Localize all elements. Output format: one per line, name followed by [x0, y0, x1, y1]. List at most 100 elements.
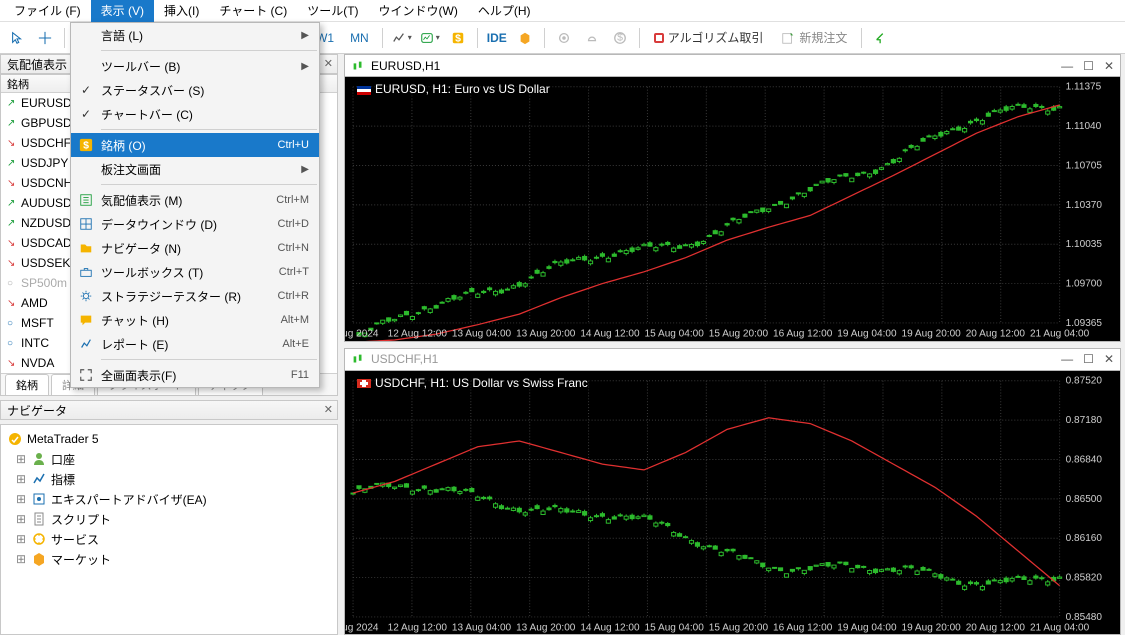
- chart-body[interactable]: EURUSD, H1: Euro vs US Dollar 1.113751.1…: [345, 77, 1120, 341]
- market-icon[interactable]: [512, 25, 538, 51]
- navigator-header: ナビゲータ ✕: [0, 400, 338, 420]
- chart-window-eurusd[interactable]: EURUSD,H1 — ☐ ✕ EURUSD, H1: Euro vs US D…: [344, 54, 1121, 342]
- chart-caption: USDCHF, H1: US Dollar vs Swiss Franc: [353, 375, 592, 391]
- expand-icon[interactable]: ⊞: [15, 532, 27, 546]
- expand-icon[interactable]: ⊞: [15, 472, 27, 486]
- chart-window-usdchf[interactable]: USDCHF,H1 — ☐ ✕ USDCHF, H1: US Dollar vs…: [344, 348, 1121, 635]
- algo-trading-toggle[interactable]: アルゴリズム取引: [646, 29, 772, 46]
- menu-view[interactable]: 表示 (V): [91, 0, 154, 22]
- objects-button[interactable]: $: [445, 25, 471, 51]
- nav-node-0[interactable]: ⊞口座: [7, 449, 331, 469]
- close-icon[interactable]: ✕: [1104, 59, 1114, 73]
- payments-icon[interactable]: $: [607, 25, 633, 51]
- menu-chartbar[interactable]: ✓チャートバー (C): [71, 102, 319, 126]
- menu-item-label: 銘柄 (O): [101, 137, 278, 154]
- menu-fullscreen[interactable]: 全画面表示(F)F11: [71, 363, 319, 387]
- maximize-icon[interactable]: ☐: [1083, 59, 1094, 73]
- chart-titlebar[interactable]: USDCHF,H1 — ☐ ✕: [345, 349, 1120, 371]
- toolbox-icon: [79, 265, 93, 279]
- svg-text:21 Aug 04:00: 21 Aug 04:00: [1030, 329, 1090, 340]
- menu-window[interactable]: ウインドウ(W): [369, 0, 468, 22]
- menu-item-label: データウインドウ (D): [101, 216, 278, 233]
- svg-text:12 Aug 12:00: 12 Aug 12:00: [388, 329, 448, 340]
- timeframe-mn[interactable]: MN: [343, 25, 376, 51]
- candlestick-icon: [351, 59, 365, 73]
- svg-text:1.10705: 1.10705: [1066, 161, 1103, 172]
- mw-tab-0[interactable]: 銘柄: [5, 374, 49, 395]
- menu-language[interactable]: 言語 (L)▶: [71, 23, 319, 47]
- menu-symbols[interactable]: $銘柄 (O)Ctrl+U: [71, 133, 319, 157]
- svg-text:15 Aug 20:00: 15 Aug 20:00: [709, 622, 769, 633]
- menu-tool[interactable]: ツール(T): [297, 0, 368, 22]
- menu-quotes[interactable]: 気配値表示 (M)Ctrl+M: [71, 188, 319, 212]
- nav-node-2[interactable]: ⊞エキスパートアドバイザ(EA): [7, 489, 331, 509]
- menu-tester[interactable]: ストラテジーテスター (R)Ctrl+R: [71, 284, 319, 308]
- menu-report[interactable]: レポート (E)Alt+E: [71, 332, 319, 356]
- shortcut-label: Alt+M: [281, 314, 309, 326]
- navigator-tree: MetaTrader 5⊞口座⊞指標⊞エキスパートアドバイザ(EA)⊞スクリプト…: [1, 425, 337, 634]
- new-order-icon: [781, 31, 795, 45]
- chart-titlebar[interactable]: EURUSD,H1 — ☐ ✕: [345, 55, 1120, 77]
- menu-item-label: 気配値表示 (M): [101, 192, 276, 209]
- navigator-title: ナビゲータ: [7, 402, 67, 419]
- svg-text:13 Aug 04:00: 13 Aug 04:00: [452, 622, 512, 633]
- crosshair-tool[interactable]: [32, 25, 58, 51]
- ide-button[interactable]: IDE: [484, 25, 510, 51]
- datawindow-icon: [79, 217, 93, 231]
- minimize-icon[interactable]: —: [1061, 352, 1073, 366]
- separator: [477, 28, 478, 48]
- menu-item-label: ナビゲータ (N): [101, 240, 278, 257]
- chart-body[interactable]: USDCHF, H1: US Dollar vs Swiss Franc 0.8…: [345, 371, 1120, 635]
- nav-node-3[interactable]: ⊞スクリプト: [7, 509, 331, 529]
- menu-statusbar[interactable]: ✓ステータスバー (S): [71, 78, 319, 102]
- minimize-icon[interactable]: —: [1061, 59, 1073, 73]
- shortcut-label: F11: [291, 369, 309, 381]
- menu-file[interactable]: ファイル (F): [4, 0, 91, 22]
- svg-text:0.86500: 0.86500: [1066, 493, 1103, 504]
- new-order-button[interactable]: 新規注文: [773, 29, 855, 46]
- new-order-label: 新規注文: [799, 29, 847, 46]
- menu-datawindow[interactable]: データウインドウ (D)Ctrl+D: [71, 212, 319, 236]
- expand-icon[interactable]: ⊞: [15, 552, 27, 566]
- close-icon[interactable]: ✕: [324, 57, 333, 70]
- menu-chat[interactable]: チャット (H)Alt+M: [71, 308, 319, 332]
- svg-text:20 Aug 12:00: 20 Aug 12:00: [966, 329, 1026, 340]
- fullscreen-icon: [79, 368, 93, 382]
- check-icon: ✓: [81, 83, 91, 97]
- menu-item-label: 言語 (L): [101, 27, 301, 44]
- menu-insert[interactable]: 挿入(I): [154, 0, 209, 22]
- svg-text:14 Aug 12:00: 14 Aug 12:00: [580, 622, 640, 633]
- menu-item-label: チャット (H): [101, 312, 281, 329]
- menu-toolbar[interactable]: ツールバー (B)▶: [71, 54, 319, 78]
- nav-root[interactable]: MetaTrader 5: [7, 429, 331, 449]
- menu-depth[interactable]: 板注文画面▶: [71, 157, 319, 181]
- nav-node-1[interactable]: ⊞指標: [7, 469, 331, 489]
- nav-node-4[interactable]: ⊞サービス: [7, 529, 331, 549]
- svg-text:19 Aug 20:00: 19 Aug 20:00: [901, 622, 961, 633]
- expand-icon[interactable]: ⊞: [15, 492, 27, 506]
- chart-type-dropdown[interactable]: ▾: [389, 25, 415, 51]
- signals-icon[interactable]: [551, 25, 577, 51]
- menu-separator: [101, 50, 317, 51]
- close-icon[interactable]: ✕: [1104, 352, 1114, 366]
- submenu-arrow-icon: ▶: [301, 164, 309, 175]
- separator: [861, 28, 862, 48]
- expand-icon[interactable]: ⊞: [15, 452, 27, 466]
- menu-separator: [101, 359, 317, 360]
- nav-node-5[interactable]: ⊞マーケット: [7, 549, 331, 569]
- maximize-icon[interactable]: ☐: [1083, 352, 1094, 366]
- expand-icon[interactable]: ⊞: [15, 512, 27, 526]
- menu-separator: [101, 129, 317, 130]
- menu-navigator[interactable]: ナビゲータ (N)Ctrl+N: [71, 236, 319, 260]
- svg-text:1.09700: 1.09700: [1066, 279, 1103, 290]
- cursor-tool[interactable]: [4, 25, 30, 51]
- menu-help[interactable]: ヘルプ(H): [468, 0, 541, 22]
- indicators-dropdown[interactable]: ▾: [417, 25, 443, 51]
- close-icon[interactable]: ✕: [324, 403, 333, 416]
- vps-icon[interactable]: [579, 25, 605, 51]
- buy-icon[interactable]: [868, 25, 894, 51]
- menu-item-label: レポート (E): [101, 336, 282, 353]
- menu-chart[interactable]: チャート (C): [209, 0, 297, 22]
- menu-toolbox[interactable]: ツールボックス (T)Ctrl+T: [71, 260, 319, 284]
- menu-item-label: チャートバー (C): [101, 106, 309, 123]
